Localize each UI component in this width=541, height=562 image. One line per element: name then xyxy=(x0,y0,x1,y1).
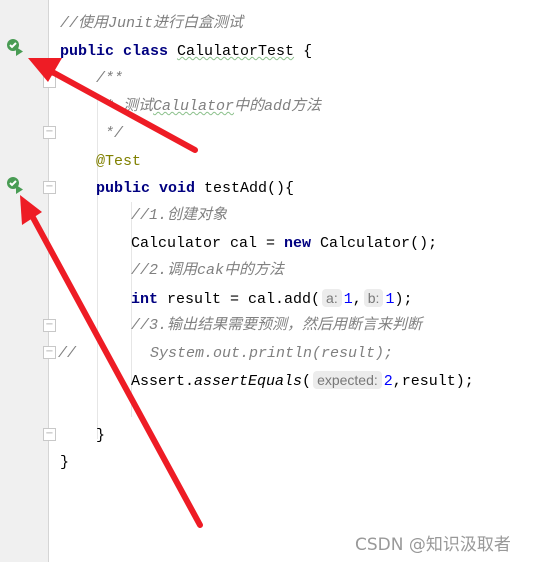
red-arrow-1 xyxy=(28,58,198,153)
annotation-arrows xyxy=(20,58,203,528)
watermark: CSDN @知识汲取者 xyxy=(355,535,511,555)
red-arrow-2 xyxy=(20,195,203,528)
